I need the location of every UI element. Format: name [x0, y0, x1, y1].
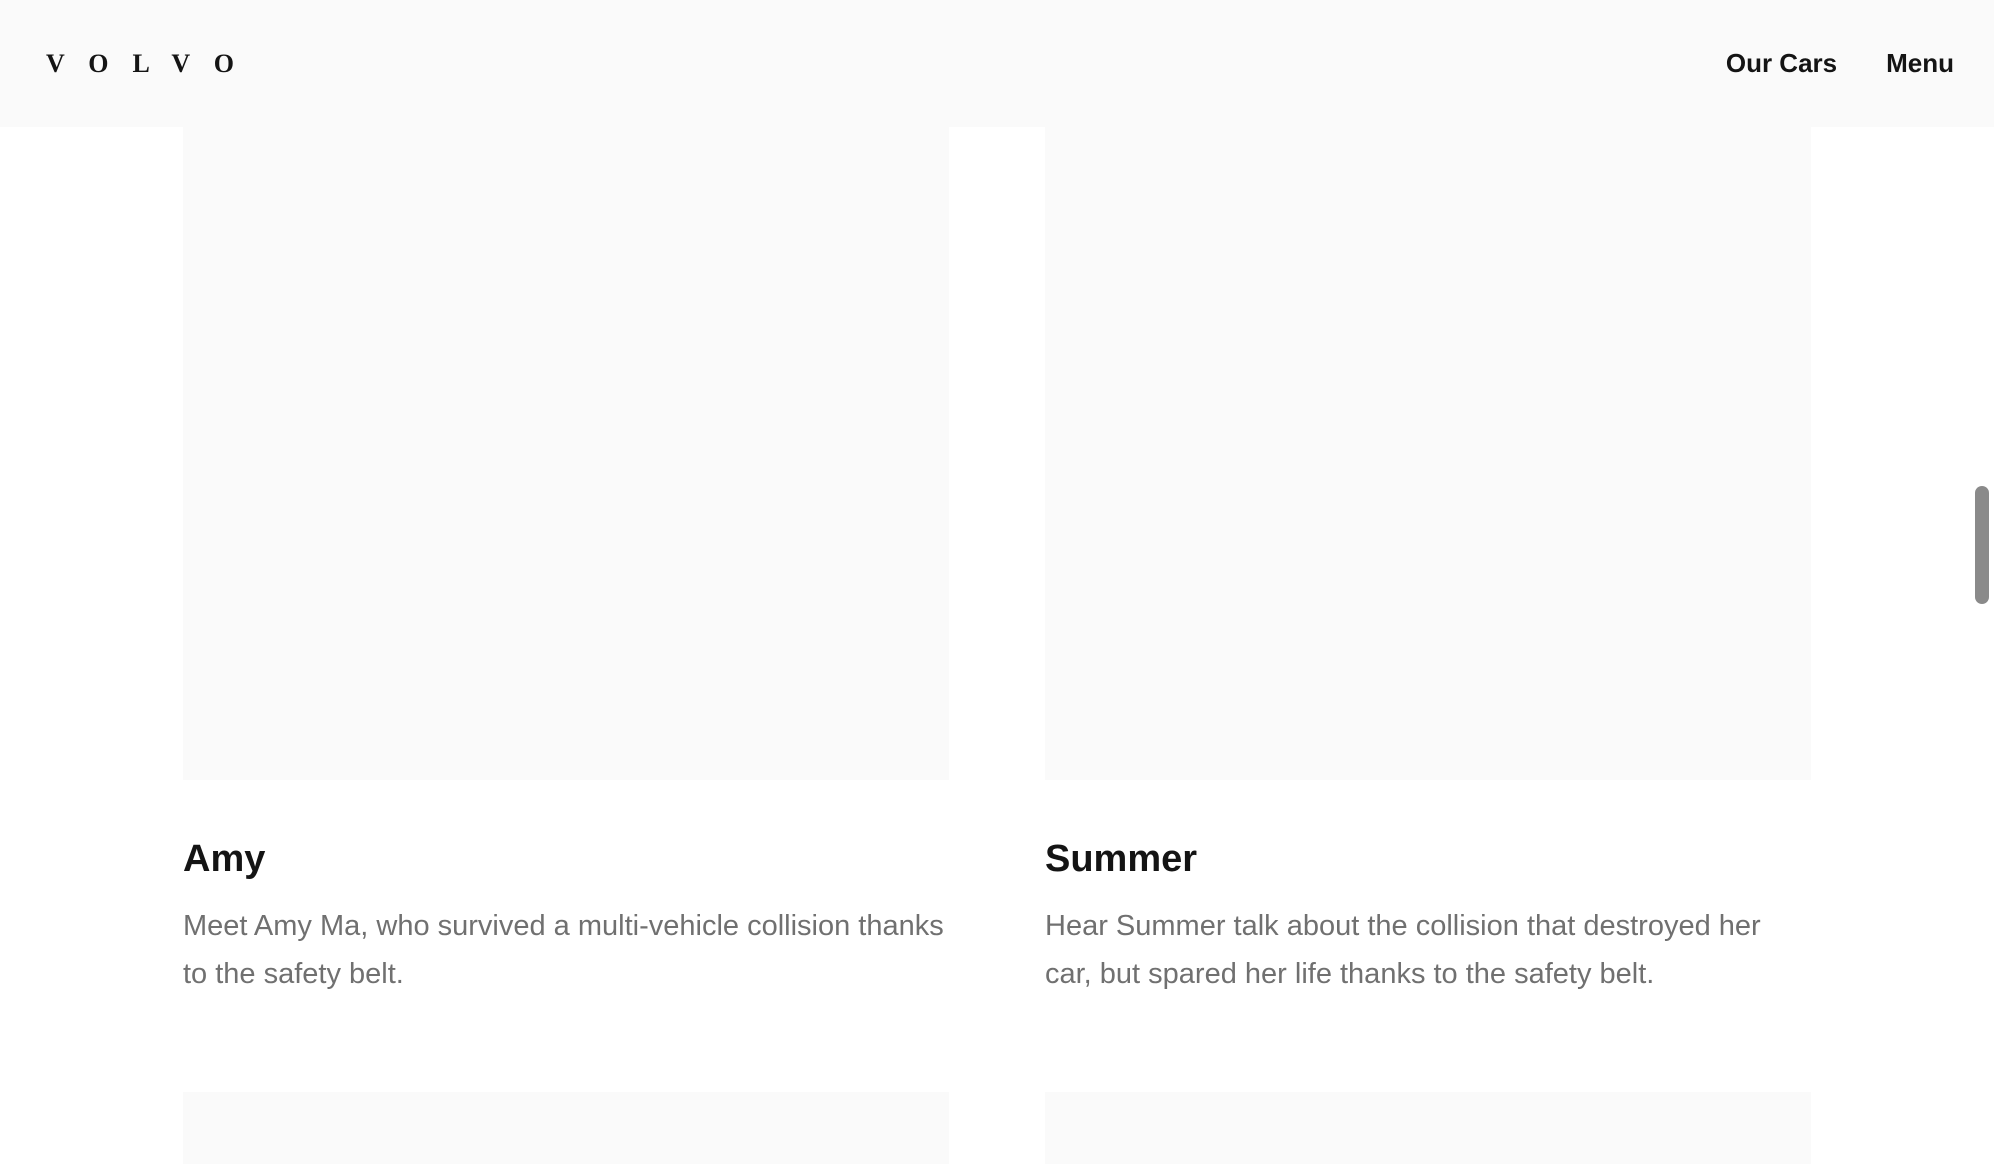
volvo-logo[interactable]: VOLVO [46, 46, 258, 82]
story-title: Amy [183, 838, 266, 880]
our-cars-link[interactable]: Our Cars [1726, 44, 1837, 82]
scrollbar-thumb[interactable] [1975, 486, 1989, 604]
next-story-image-left[interactable] [183, 1092, 949, 1164]
story-description: Hear Summer talk about the collision tha… [1045, 910, 1761, 990]
story-description: Meet Amy Ma, who survived a multi-vehicl… [183, 910, 944, 990]
story-title: Summer [1045, 838, 1198, 880]
site-header: VOLVO Our Cars Menu [0, 0, 1994, 127]
header-nav: Our Cars Menu [1726, 44, 1954, 82]
next-story-image-right[interactable] [1045, 1092, 1811, 1164]
menu-button[interactable]: Menu [1886, 44, 1954, 82]
